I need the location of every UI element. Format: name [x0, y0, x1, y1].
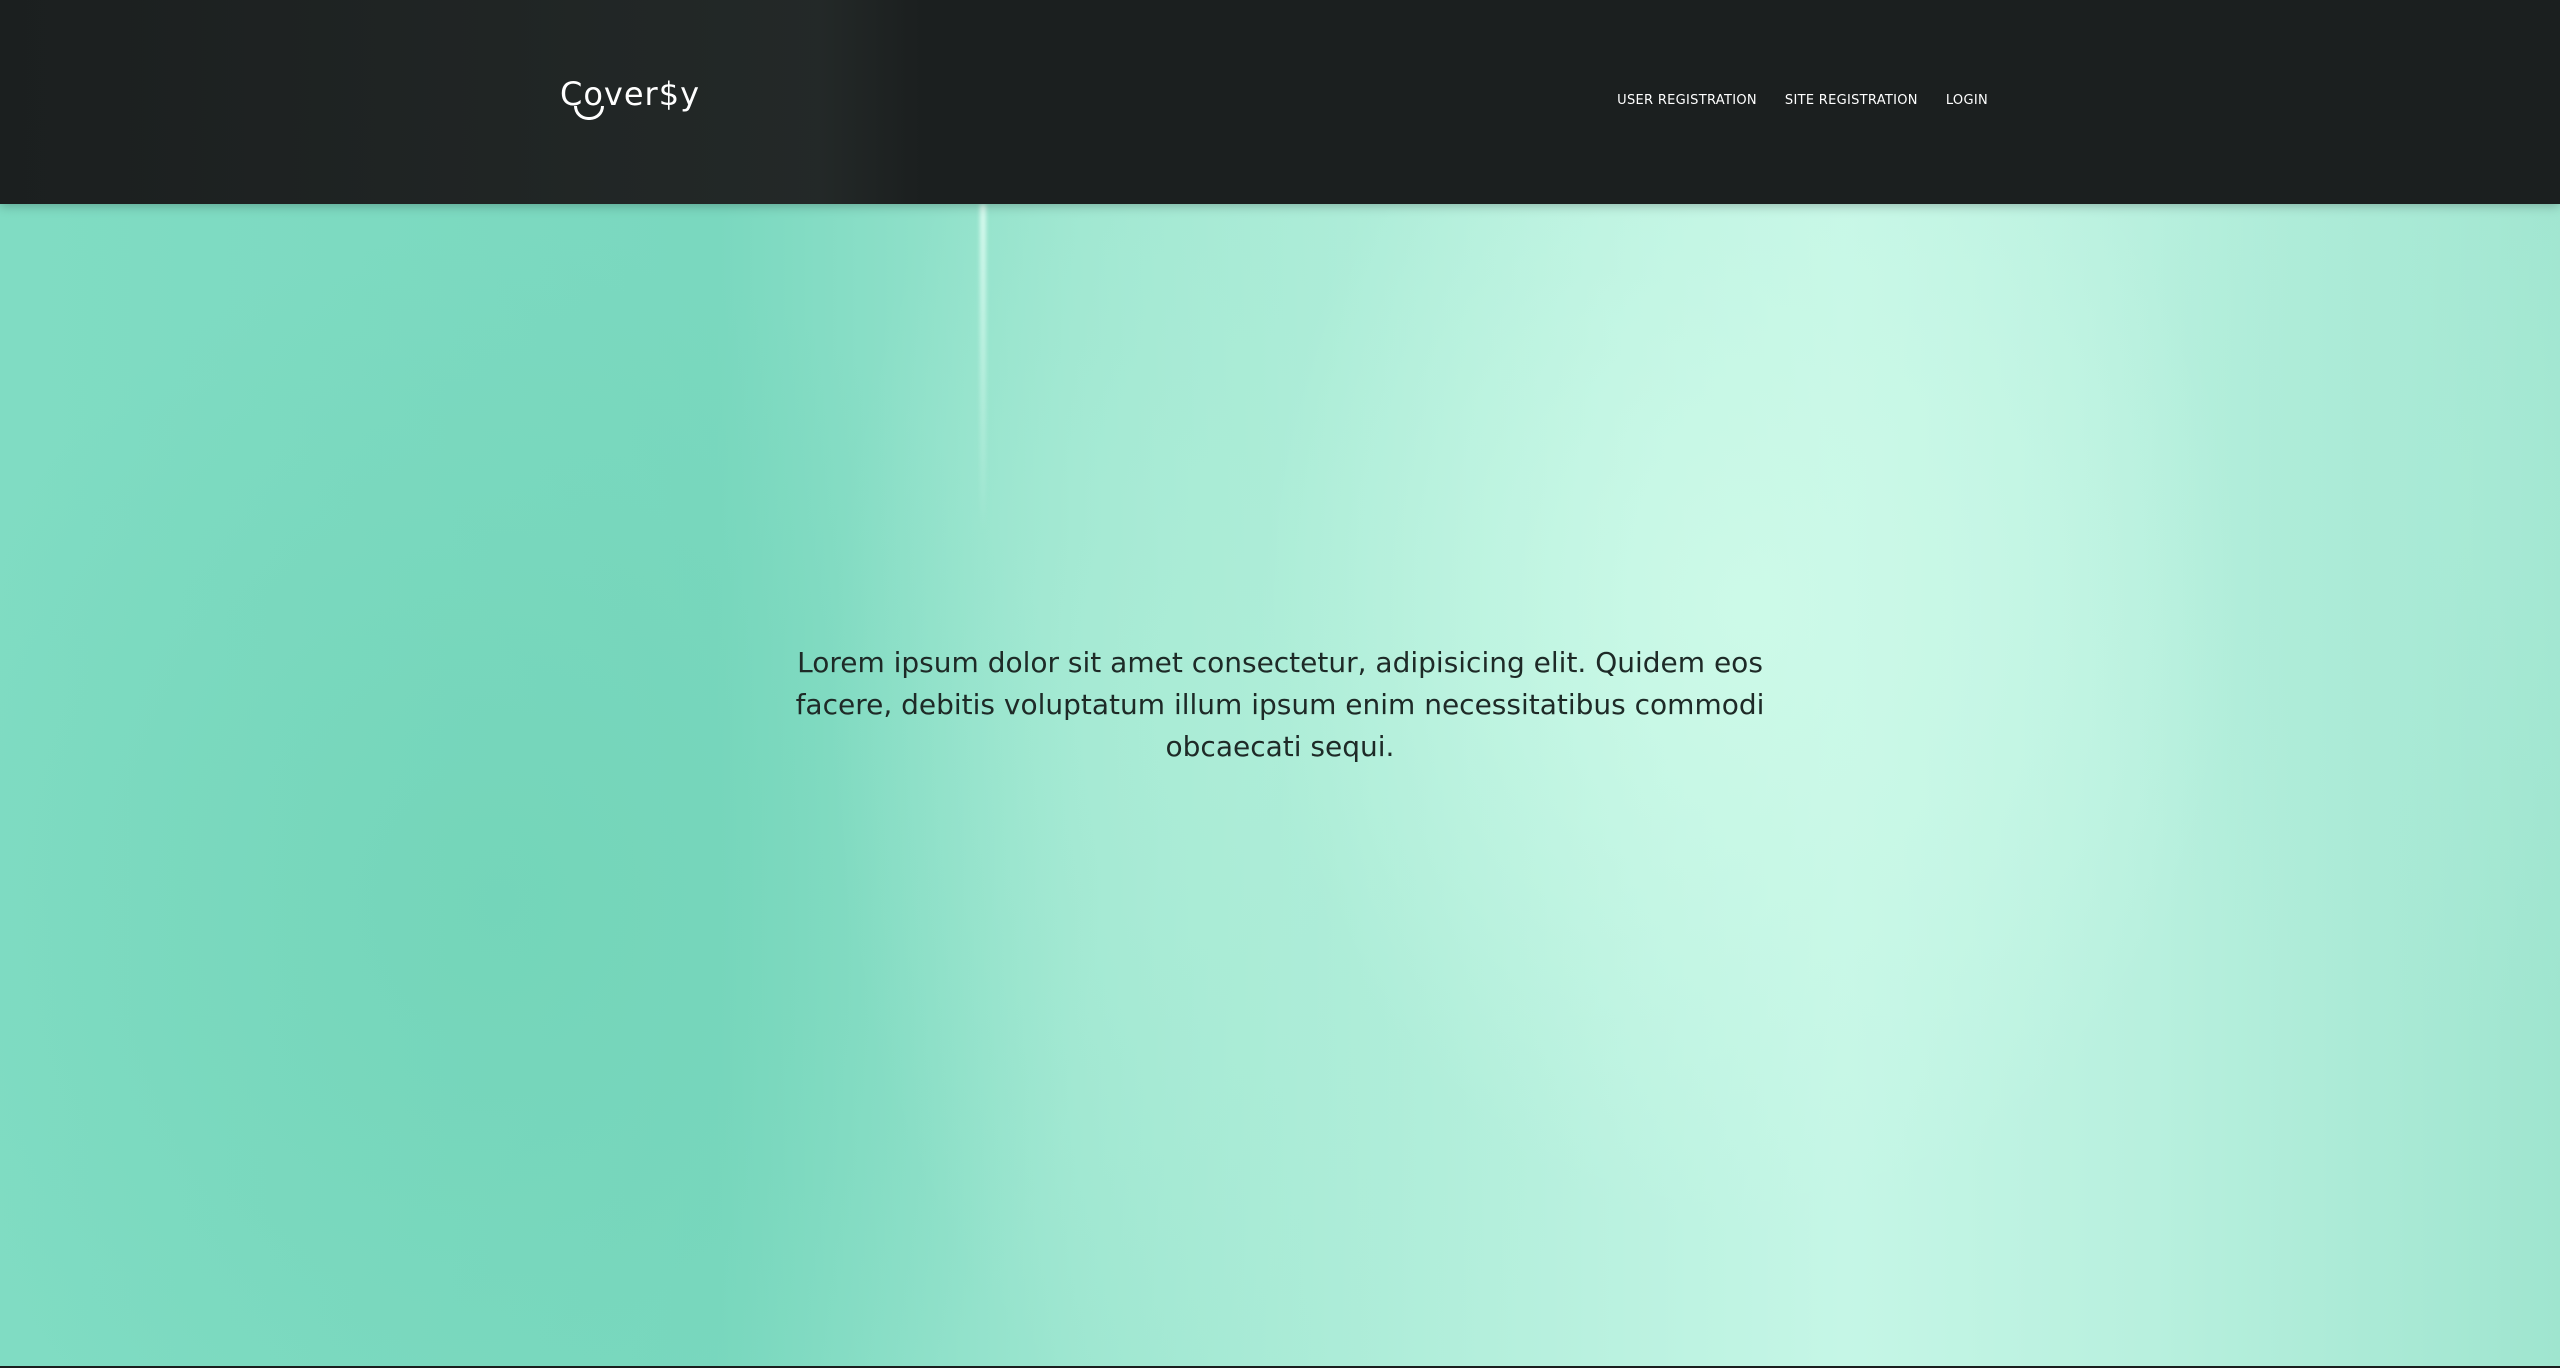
nav-user-registration[interactable]: USER REGISTRATION	[1617, 90, 1757, 112]
site-header: Cover$y USER REGISTRATION SITE REGISTRAT…	[0, 0, 2560, 204]
smile-logo-icon	[574, 106, 604, 120]
page: Cover$y USER REGISTRATION SITE REGISTRAT…	[0, 0, 2560, 1368]
nav-login[interactable]: LOGIN	[1918, 90, 1988, 112]
nav-site-registration[interactable]: SITE REGISTRATION	[1757, 90, 1918, 112]
site-logo[interactable]: Cover$y	[560, 74, 699, 126]
hero-description: Lorem ipsum dolor sit amet consectetur, …	[795, 646, 1765, 763]
hero-highlight-streak	[980, 204, 986, 534]
hero-background	[0, 204, 2560, 1368]
main-nav: USER REGISTRATION SITE REGISTRATION LOGI…	[1617, 90, 1988, 112]
